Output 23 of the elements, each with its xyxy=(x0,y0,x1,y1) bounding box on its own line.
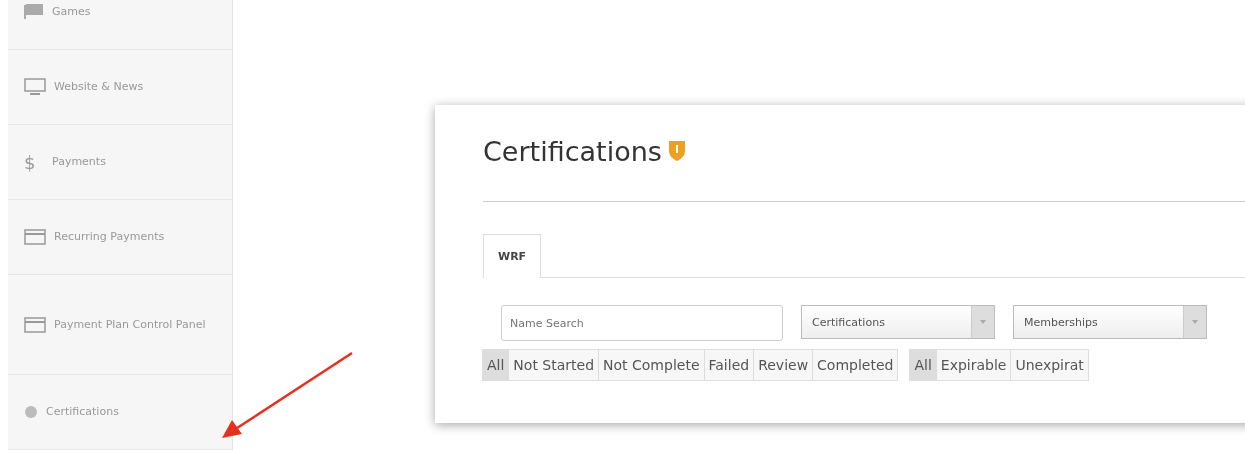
card-icon xyxy=(24,229,46,245)
filter-button[interactable]: Expirable xyxy=(935,349,1012,381)
circle-icon xyxy=(24,405,38,419)
filter-button[interactable]: Failed xyxy=(703,349,755,381)
caret-icon xyxy=(1192,320,1198,324)
dropdown[interactable]: Certifications xyxy=(801,305,995,339)
search-field[interactable]: Name Search xyxy=(501,305,783,341)
caret-icon xyxy=(980,320,986,324)
dropdown[interactable]: Memberships xyxy=(1013,305,1207,339)
filter-button[interactable]: Unexpirat xyxy=(1010,349,1089,381)
filter-button[interactable]: All xyxy=(482,349,510,381)
page-title: Certifications xyxy=(483,135,662,167)
monitor-icon xyxy=(24,78,46,96)
flag-icon xyxy=(24,3,44,20)
filter-button[interactable]: Not Started xyxy=(508,349,600,381)
shield-icon xyxy=(667,140,686,162)
filter-button[interactable]: Review xyxy=(753,349,814,381)
filter-button[interactable]: Not Complete xyxy=(598,349,705,381)
card-icon xyxy=(24,316,46,333)
tab[interactable]: WRF xyxy=(483,234,542,278)
filter-button[interactable]: Completed xyxy=(812,349,899,381)
filter-button[interactable]: All xyxy=(909,349,937,381)
dollar-icon: $ xyxy=(24,151,44,173)
